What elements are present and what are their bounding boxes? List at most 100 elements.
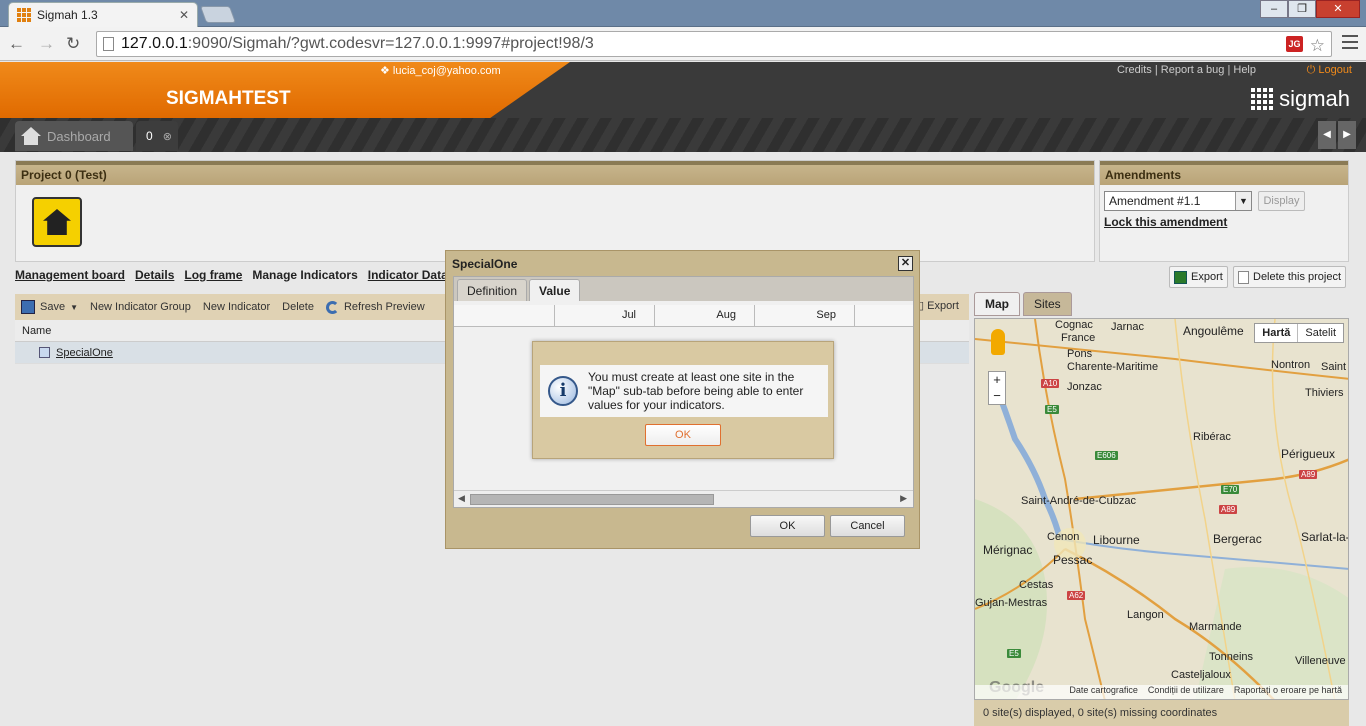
month-jul: Jul <box>555 305 655 327</box>
url-input[interactable]: 127.0.0.1:9090/Sigmah/?gwt.codesvr=127.0… <box>96 31 1332 57</box>
logo-text: sigmah <box>1279 86 1350 111</box>
scroll-right-icon[interactable]: ▶ <box>1338 121 1356 149</box>
zoom-out-button[interactable]: − <box>989 388 1005 404</box>
delete-project-label: Delete this project <box>1253 271 1342 283</box>
map-data-link[interactable]: Date cartografice <box>1069 685 1138 699</box>
map-type-map[interactable]: Hartă <box>1255 324 1299 342</box>
delete-indicator-button[interactable]: Delete <box>282 301 314 313</box>
zoom-in-button[interactable]: + <box>989 372 1005 388</box>
amendment-select[interactable]: Amendment #1.1 ▼ <box>1104 191 1252 211</box>
map-report-error-link[interactable]: Raportați o eroare pe hartă <box>1234 685 1342 699</box>
map-label: Angoulême <box>1183 324 1244 338</box>
message-content: i You must create at least one site in t… <box>540 365 828 417</box>
maximize-icon[interactable]: ❐ <box>1288 0 1316 18</box>
map-label: Pessac <box>1053 553 1093 567</box>
minimize-icon[interactable]: – <box>1260 0 1288 18</box>
new-indicator-button[interactable]: New Indicator <box>203 301 270 313</box>
message-box: i You must create at least one site in t… <box>532 341 834 459</box>
map-label: Charente-Maritime <box>1067 361 1159 373</box>
dialog-tabs: Definition Value <box>454 277 913 301</box>
road-label: A89 <box>1219 505 1238 514</box>
chevron-down-icon[interactable]: ▼ <box>1235 192 1251 210</box>
road-label: A62 <box>1067 591 1086 600</box>
scroll-left-icon[interactable]: ◀ <box>1318 121 1336 149</box>
refresh-icon <box>325 300 339 314</box>
browser-tab[interactable]: Sigmah 1.3 ✕ <box>8 2 198 27</box>
bookmark-star-icon[interactable]: ☆ <box>1310 34 1325 58</box>
message-ok-button[interactable]: OK <box>645 424 721 446</box>
tab-project[interactable]: 0 ⊗ <box>136 121 178 151</box>
tab-sites[interactable]: Sites <box>1023 292 1072 316</box>
forward-icon[interactable]: → <box>38 34 55 54</box>
delete-project-button[interactable]: Delete this project <box>1233 266 1347 288</box>
organization-title: SIGMAHTEST <box>166 88 291 109</box>
amendments-title: Amendments <box>1100 161 1348 185</box>
display-button[interactable]: Display <box>1258 191 1305 211</box>
map-label: Sarlat-la-Ca <box>1301 530 1348 544</box>
back-icon[interactable]: ← <box>8 34 25 54</box>
excel-icon <box>1174 270 1187 284</box>
close-window-icon[interactable]: ✕ <box>1316 0 1360 18</box>
report-bug-link[interactable]: Report a bug <box>1161 64 1225 76</box>
map-label: Cestas <box>1019 579 1054 591</box>
month-sep: Sep <box>755 305 855 327</box>
map-label: Thiviers <box>1305 387 1344 399</box>
subnav-management-board[interactable]: Management board <box>15 268 125 282</box>
logout-link[interactable]: ⏻ Logout <box>1307 64 1352 77</box>
help-link[interactable]: Help <box>1233 64 1256 76</box>
road-label: A89 <box>1299 470 1318 479</box>
tab-scroll-buttons: ◀ ▶ <box>1318 121 1356 149</box>
map-type-satellite[interactable]: Satelit <box>1298 324 1343 342</box>
tab-dashboard[interactable]: Dashboard <box>15 121 133 151</box>
save-icon <box>21 300 35 314</box>
reload-icon[interactable]: ↻ <box>66 34 80 54</box>
close-icon[interactable]: ✕ <box>898 256 913 271</box>
new-indicator-group-button[interactable]: New Indicator Group <box>90 301 191 313</box>
subnav-details[interactable]: Details <box>135 268 174 282</box>
tab-definition[interactable]: Definition <box>457 279 528 301</box>
horizontal-scrollbar[interactable]: ◀ ▶ <box>454 490 913 507</box>
map-label: Saint <box>1321 361 1347 373</box>
close-tab-icon[interactable]: ✕ <box>179 8 189 22</box>
refresh-preview-button[interactable]: Refresh Preview <box>325 300 425 314</box>
scroll-right-icon[interactable]: ▶ <box>900 493 907 504</box>
map-background <box>975 319 1348 699</box>
extension-icon[interactable]: JG <box>1286 36 1303 52</box>
refresh-preview-label: Refresh Preview <box>343 301 425 313</box>
browser-tab-strip: Sigmah 1.3 ✕ – ❐ ✕ <box>0 0 1366 27</box>
close-tab-icon[interactable]: ⊗ <box>163 130 172 143</box>
export-project-button[interactable]: Export <box>1169 266 1228 288</box>
road-label: A10 <box>1041 379 1060 388</box>
lock-amendment-link[interactable]: Lock this amendment <box>1104 215 1227 229</box>
chevron-down-icon: ▼ <box>70 302 78 312</box>
tab-map[interactable]: Map <box>974 292 1020 316</box>
credits-link[interactable]: Credits <box>1117 64 1152 76</box>
map-area[interactable]: Hartă Satelit + − Cognac Jarnac Angoulêm… <box>974 318 1349 700</box>
menu-icon[interactable] <box>1342 35 1358 49</box>
export-indicators-label: Export <box>927 300 959 312</box>
browser-tab-title: Sigmah 1.3 <box>37 8 98 22</box>
project-subnav: Management board Details Log frame Manag… <box>15 268 466 282</box>
indicator-name-link[interactable]: SpecialOne <box>56 347 113 359</box>
save-button[interactable]: Save ▼ <box>21 300 78 314</box>
new-tab-button[interactable] <box>199 6 237 23</box>
map-label: Bergerac <box>1213 532 1262 546</box>
export-indicators-button[interactable]: ▯ Export <box>918 299 959 312</box>
map-panel: Map Sites Hartă Satelit + − Cognac Jarna… <box>974 292 1349 726</box>
tab-value[interactable]: Value <box>529 279 581 301</box>
map-label: Marmande <box>1189 621 1242 633</box>
month-aug: Aug <box>655 305 755 327</box>
ok-button[interactable]: OK <box>750 515 825 537</box>
scroll-left-icon[interactable]: ◀ <box>458 493 465 504</box>
map-label: Tonneins <box>1209 651 1254 663</box>
map-label: Périgueux <box>1281 447 1336 461</box>
subnav-log-frame[interactable]: Log frame <box>184 268 242 282</box>
subnav-manage-indicators[interactable]: Manage Indicators <box>252 268 357 282</box>
scroll-thumb[interactable] <box>470 494 714 505</box>
user-email-text: lucia_coj@yahoo.com <box>392 65 501 77</box>
top-links: Credits | Report a bug | Help <box>1116 64 1256 76</box>
map-label: Casteljaloux <box>1171 669 1231 681</box>
cancel-button[interactable]: Cancel <box>830 515 905 537</box>
map-terms-link[interactable]: Condiții de utilizare <box>1148 685 1224 699</box>
pegman-icon[interactable] <box>991 329 1005 355</box>
